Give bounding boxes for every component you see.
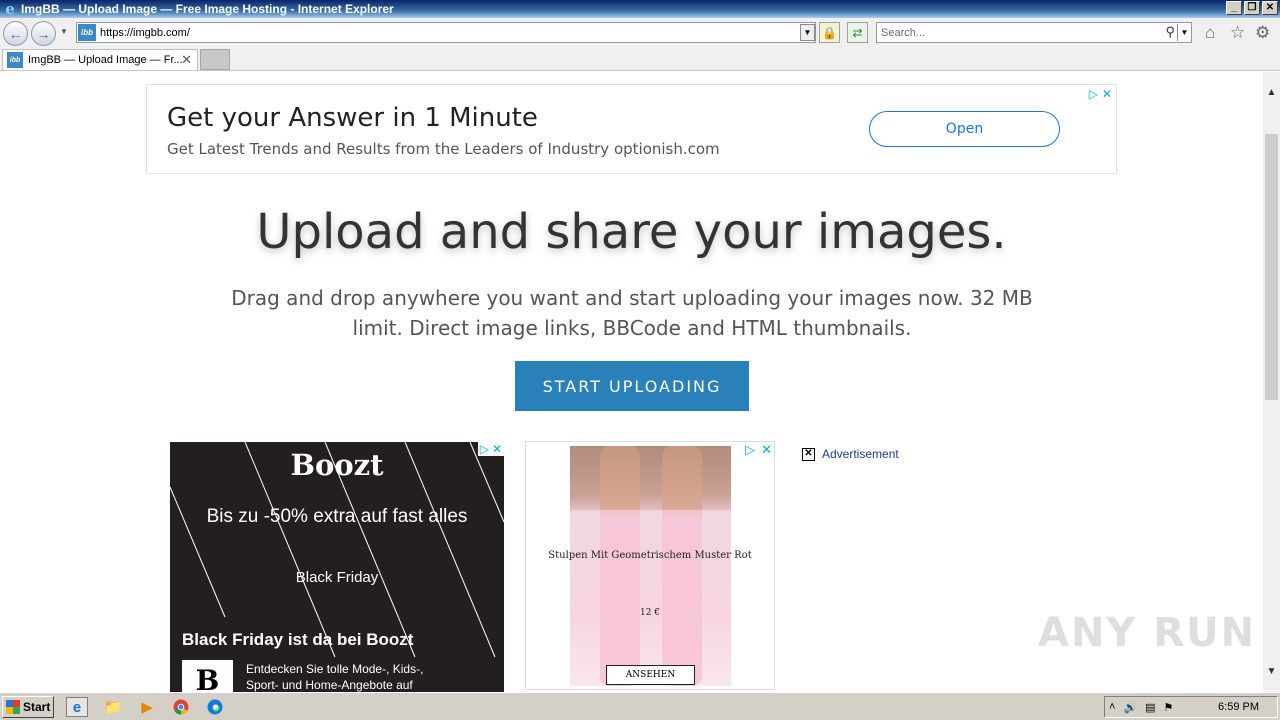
taskbar: Start e 📁 ▶ ˄ 🔊 ▤ ⚑ 6:59 PM [0, 692, 1280, 720]
forward-arrow-icon: → [36, 25, 51, 42]
ad-headline[interactable]: Get your Answer in 1 Minute [167, 103, 538, 133]
search-input[interactable]: Search... [881, 27, 925, 39]
tools-gear-icon[interactable]: ⚙ [1255, 23, 1270, 43]
adchoices-icon[interactable]: ▷ [480, 442, 489, 456]
ad-subline[interactable]: Get Latest Trends and Results from the L… [167, 140, 720, 158]
windows-logo-icon [6, 700, 20, 714]
advertisement-label[interactable]: ✕ Advertisement [802, 447, 899, 461]
boozt-ad[interactable]: Boozt Bis zu -50% extra auf fast alles B… [170, 442, 504, 692]
image-overlay [570, 510, 731, 686]
media-player-icon[interactable]: ▶ [136, 697, 158, 717]
tab-bar: ibb ImgBB — Upload Image — Fr... ✕ [0, 48, 1280, 71]
close-button[interactable]: ✕ [1262, 1, 1278, 15]
minimize-button[interactable]: _ [1226, 1, 1242, 15]
history-dropdown-icon[interactable]: ▼ [60, 27, 68, 36]
action-center-flag-icon[interactable]: ⚑ [1164, 701, 1174, 714]
start-button[interactable]: Start [2, 696, 54, 718]
search-icon[interactable]: ⚲ [1165, 24, 1175, 40]
product-price: 12 € [639, 608, 661, 618]
ad-close-icon[interactable]: ✕ [492, 442, 502, 456]
start-label: Start [23, 700, 51, 714]
scroll-down-icon[interactable]: ▼ [1263, 663, 1280, 680]
boozt-logo: Boozt [290, 448, 384, 482]
socks-ad-choices[interactable]: ▷ ✕ [745, 442, 772, 458]
navigation-bar: ← → ▼ ibb https://imgbb.com/ ▼ 🔒 ⇄ Searc… [0, 18, 1280, 48]
tab-close-icon[interactable]: ✕ [181, 52, 192, 68]
anyrun-watermark: ANY RUN [1038, 610, 1257, 656]
boozt-offer: Bis zu -50% extra auf fast alles [206, 506, 468, 527]
tab-imgbb[interactable]: ibb ImgBB — Upload Image — Fr... ✕ [2, 49, 198, 70]
title-bar: e ImgBB — Upload Image — Free Image Host… [0, 0, 1280, 18]
back-arrow-icon: ← [8, 25, 23, 42]
scrollbar-thumb[interactable] [1265, 134, 1278, 400]
chrome-icon[interactable] [170, 697, 192, 717]
window-controls: _ ❐ ✕ [1226, 1, 1278, 15]
refresh-button[interactable]: ⇄ [847, 22, 868, 43]
internet-explorer-taskbar-icon[interactable]: e [66, 697, 88, 717]
forward-button[interactable]: → [31, 21, 56, 46]
search-dropdown-icon[interactable]: ▼ [1177, 24, 1191, 41]
ad-close-icon[interactable]: ✕ [761, 442, 772, 458]
back-button[interactable]: ← [3, 21, 28, 46]
home-icon[interactable]: ⌂ [1205, 23, 1215, 43]
address-bar[interactable]: ibb https://imgbb.com/ ▼ [76, 22, 816, 43]
page-title: Upload and share your images. [256, 204, 1007, 260]
product-image[interactable] [570, 446, 731, 686]
restore-button[interactable]: ❐ [1244, 1, 1260, 15]
lock-icon: 🔒 [822, 25, 837, 40]
ad-open-button[interactable]: Open [869, 111, 1060, 147]
file-explorer-icon[interactable]: 📁 [102, 697, 124, 717]
adchoices-icon[interactable]: ▷ [745, 442, 755, 458]
product-name: Stulpen Mit Geometrischem Muster Rot [548, 550, 752, 561]
boozt-brand-logo: B [182, 660, 233, 692]
system-tray: ˄ 🔊 ▤ ⚑ 6:59 PM [1104, 696, 1278, 718]
top-banner-ad[interactable]: Get your Answer in 1 Minute Get Latest T… [146, 84, 1117, 174]
site-favicon-icon: ibb [78, 24, 96, 41]
close-box-icon[interactable]: ✕ [802, 447, 815, 461]
network-icon[interactable]: ▤ [1145, 701, 1155, 714]
advertisement-text[interactable]: Advertisement [822, 447, 899, 461]
edge-icon[interactable] [204, 697, 226, 717]
boozt-ad-choices[interactable]: ▷ ✕ [477, 442, 504, 456]
favorites-star-icon[interactable]: ☆ [1230, 23, 1245, 43]
ad-choices[interactable]: ▷ ✕ [1089, 87, 1112, 101]
refresh-icon: ⇄ [852, 25, 863, 40]
boozt-tag: Black Friday [295, 569, 379, 586]
tray-expand-icon[interactable]: ˄ [1109, 701, 1115, 713]
volume-icon[interactable]: 🔊 [1123, 701, 1137, 714]
vertical-scrollbar[interactable]: ▲ ▼ [1263, 72, 1280, 692]
start-uploading-button[interactable]: START UPLOADING [515, 361, 749, 411]
ansehen-button[interactable]: ANSEHEN [606, 665, 695, 685]
internet-explorer-icon: e [5, 0, 15, 18]
address-url[interactable]: https://imgbb.com/ [100, 27, 190, 39]
search-box[interactable]: Search... ⚲ ▼ [876, 22, 1192, 43]
new-tab-button[interactable] [200, 49, 230, 70]
scroll-up-icon[interactable]: ▲ [1263, 84, 1280, 101]
tab-label: ImgBB — Upload Image — Fr... [28, 54, 183, 66]
security-lock-button[interactable]: 🔒 [819, 22, 840, 43]
page-content: Get your Answer in 1 Minute Get Latest T… [0, 72, 1263, 692]
adchoices-icon[interactable]: ▷ [1089, 87, 1098, 101]
ad-close-icon[interactable]: ✕ [1102, 87, 1112, 101]
boozt-headline[interactable]: Black Friday ist da bei Boozt [182, 630, 413, 650]
clock[interactable]: 6:59 PM [1218, 701, 1259, 713]
window-title: ImgBB — Upload Image — Free Image Hostin… [21, 2, 394, 16]
tab-favicon-icon: ibb [7, 52, 23, 68]
hero-description: Drag and drop anywhere you want and star… [231, 286, 1033, 340]
socks-ad[interactable]: Stulpen Mit Geometrischem Muster Rot 12 … [525, 441, 775, 690]
address-dropdown-icon[interactable]: ▼ [800, 24, 815, 41]
boozt-description: Entdecken Sie tolle Mode-, Kids-, Sport-… [246, 662, 424, 692]
